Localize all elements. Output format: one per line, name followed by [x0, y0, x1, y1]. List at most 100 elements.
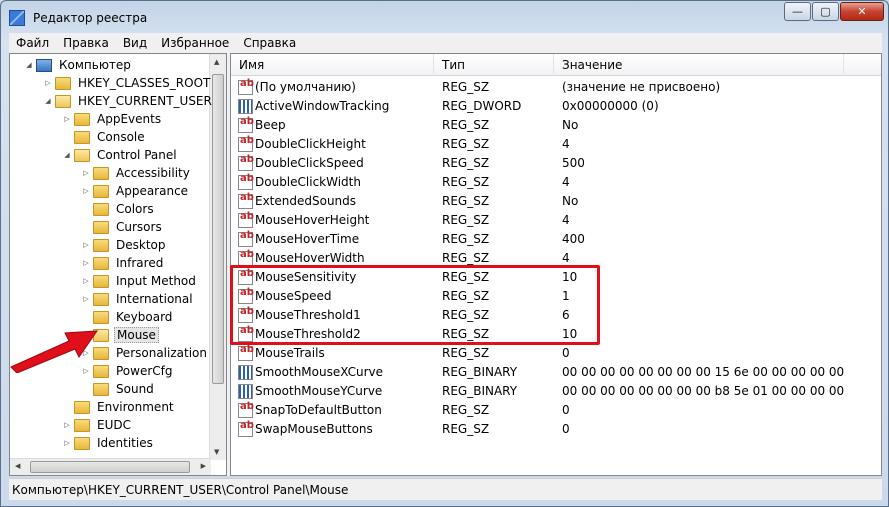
folder-icon [93, 238, 109, 252]
tree-item[interactable]: Sound [81, 380, 156, 398]
column-data[interactable]: Значение [554, 54, 844, 76]
close-button[interactable]: ✕ [840, 2, 884, 21]
expand-icon[interactable]: ▷ [81, 241, 91, 249]
tree-item-label: Colors [116, 202, 154, 216]
folder-icon [93, 202, 109, 216]
scroll-left-icon[interactable]: ◀ [15, 462, 20, 470]
value-row[interactable]: ExtendedSounds REG_SZ No [231, 192, 881, 211]
tree-item[interactable]: ▷ HKEY_CLASSES_ROOT [43, 74, 212, 92]
scroll-down-icon[interactable]: ▼ [214, 448, 219, 456]
tree-item[interactable]: ▷ Desktop [81, 236, 168, 254]
scroll-thumb[interactable] [30, 461, 190, 473]
folder-icon [74, 436, 90, 450]
value-type: REG_BINARY [442, 365, 518, 379]
value-type: REG_SZ [442, 80, 490, 94]
column-type[interactable]: Тип [434, 54, 554, 76]
string-value-icon [238, 154, 254, 171]
value-row[interactable]: SwapMouseButtons REG_SZ 0 [231, 420, 881, 439]
expand-icon[interactable]: ▷ [81, 295, 91, 303]
binary-value-icon [238, 384, 253, 399]
expand-icon[interactable]: ▷ [81, 277, 91, 285]
registry-editor-window: Редактор реестра — ▢ ✕ Файл Правка Вид И… [0, 0, 889, 507]
menu-file[interactable]: Файл [9, 36, 56, 50]
scroll-right-icon[interactable]: ▶ [201, 462, 206, 470]
expand-icon[interactable]: ▷ [62, 115, 72, 123]
expand-icon[interactable]: ▷ [81, 187, 91, 195]
value-row[interactable]: Beep REG_SZ No [231, 116, 881, 135]
value-data: No [562, 118, 579, 132]
tree-item[interactable]: ▷ Appearance [81, 182, 190, 200]
window-controls: — ▢ ✕ [784, 2, 884, 21]
tree-item[interactable]: ◢ Компьютер [24, 56, 133, 74]
tree-item[interactable]: ▷ International [81, 290, 195, 308]
value-row[interactable]: SmoothMouseYCurve REG_BINARY 00 00 00 00 0… [231, 382, 881, 401]
tree-item-label: Cursors [116, 220, 162, 234]
collapse-icon[interactable]: ◢ [62, 151, 72, 159]
value-name: ExtendedSounds [255, 194, 357, 208]
value-name: MouseHoverTime [255, 232, 360, 246]
scroll-thumb[interactable] [212, 74, 224, 384]
folder-icon [93, 166, 109, 180]
value-row[interactable]: MouseHoverHeight REG_SZ 4 [231, 211, 881, 230]
expand-icon[interactable]: ▷ [62, 439, 72, 447]
tree-item[interactable]: ▷ Personalization [81, 344, 209, 362]
value-row[interactable]: DoubleClickSpeed REG_SZ 500 [231, 154, 881, 173]
tree-item[interactable]: ▷ Infrared [81, 254, 165, 272]
value-data: 00 00 00 00 00 00 00 00 15 6e 00 00 00 0… [562, 365, 847, 379]
menu-help[interactable]: Справка [236, 36, 303, 50]
tree-item[interactable]: Cursors [81, 218, 164, 236]
value-data: 400 [562, 232, 585, 246]
value-data: 0 [562, 422, 570, 436]
value-data: 1 [562, 289, 570, 303]
value-type: REG_BINARY [442, 384, 518, 398]
column-name[interactable]: Имя [231, 54, 434, 76]
value-row[interactable]: DoubleClickHeight REG_SZ 4 [231, 135, 881, 154]
value-row[interactable]: (По умолчанию) REG_SZ (значение не присвое… [231, 78, 881, 97]
menu-favorites[interactable]: Избранное [154, 36, 236, 50]
expand-icon[interactable]: ▷ [81, 259, 91, 267]
menu-edit[interactable]: Правка [56, 36, 116, 50]
tree-item[interactable]: ◢ HKEY_CURRENT_USER [43, 92, 214, 110]
tree-vertical-scrollbar[interactable]: ▲ ▼ [209, 54, 226, 460]
value-row[interactable]: SmoothMouseXCurve REG_BINARY 00 00 00 00 0… [231, 363, 881, 382]
value-row[interactable]: ActiveWindowTracking REG_DWORD 0x00000000 … [231, 97, 881, 116]
scroll-up-icon[interactable]: ▲ [214, 58, 219, 66]
tree-item[interactable]: ▷ Accessibility [81, 164, 192, 182]
tree-horizontal-scrollbar[interactable]: ◀ ▶ [10, 458, 211, 475]
expand-icon[interactable]: ▷ [62, 421, 72, 429]
tree-item[interactable]: Environment [62, 398, 176, 416]
tree-item[interactable]: ▷ AppEvents [62, 110, 163, 128]
expand-icon[interactable]: ▷ [43, 79, 53, 87]
string-value-icon [238, 173, 254, 190]
collapse-icon[interactable]: ◢ [24, 61, 34, 69]
tree-item-label: HKEY_CLASSES_ROOT [78, 76, 211, 90]
string-value-icon [238, 192, 254, 209]
folder-icon [93, 310, 109, 324]
value-row[interactable]: DoubleClickWidth REG_SZ 4 [231, 173, 881, 192]
value-row[interactable]: MouseHoverTime REG_SZ 400 [231, 230, 881, 249]
minimize-button[interactable]: — [784, 2, 811, 21]
red-arrow-icon [10, 330, 98, 373]
key-tree[interactable]: ▲ ▼ ◀ ▶ ◢ Компьютер ▷ HKEY_CLASSES_ROOT ◢ HKE… [9, 53, 227, 476]
maximize-button[interactable]: ▢ [812, 2, 839, 21]
tree-item[interactable]: ▷ Identities [62, 434, 155, 452]
value-row[interactable]: MouseTrails REG_SZ 0 [231, 344, 881, 363]
expand-icon[interactable]: ▷ [81, 169, 91, 177]
tree-item[interactable]: ▷ Input Method [81, 272, 198, 290]
tree-item-label: Accessibility [116, 166, 190, 180]
tree-item[interactable]: ▷ EUDC [62, 416, 133, 434]
value-row[interactable]: SnapToDefaultButton REG_SZ 0 [231, 401, 881, 420]
menu-view[interactable]: Вид [116, 36, 154, 50]
value-data: 0x00000000 (0) [562, 99, 659, 113]
string-value-icon [238, 135, 254, 152]
folder-icon [74, 418, 90, 432]
folder-icon [74, 130, 90, 144]
value-name: DoubleClickHeight [255, 137, 366, 151]
tree-item[interactable]: Console [62, 128, 147, 146]
tree-item-label: Infrared [116, 256, 164, 270]
collapse-icon[interactable]: ◢ [43, 97, 53, 105]
tree-item[interactable]: Colors [81, 200, 156, 218]
value-data: (значение не присвоено) [562, 80, 721, 94]
tree-item[interactable]: ◢ Control Panel [62, 146, 179, 164]
value-data: 4 [562, 251, 570, 265]
